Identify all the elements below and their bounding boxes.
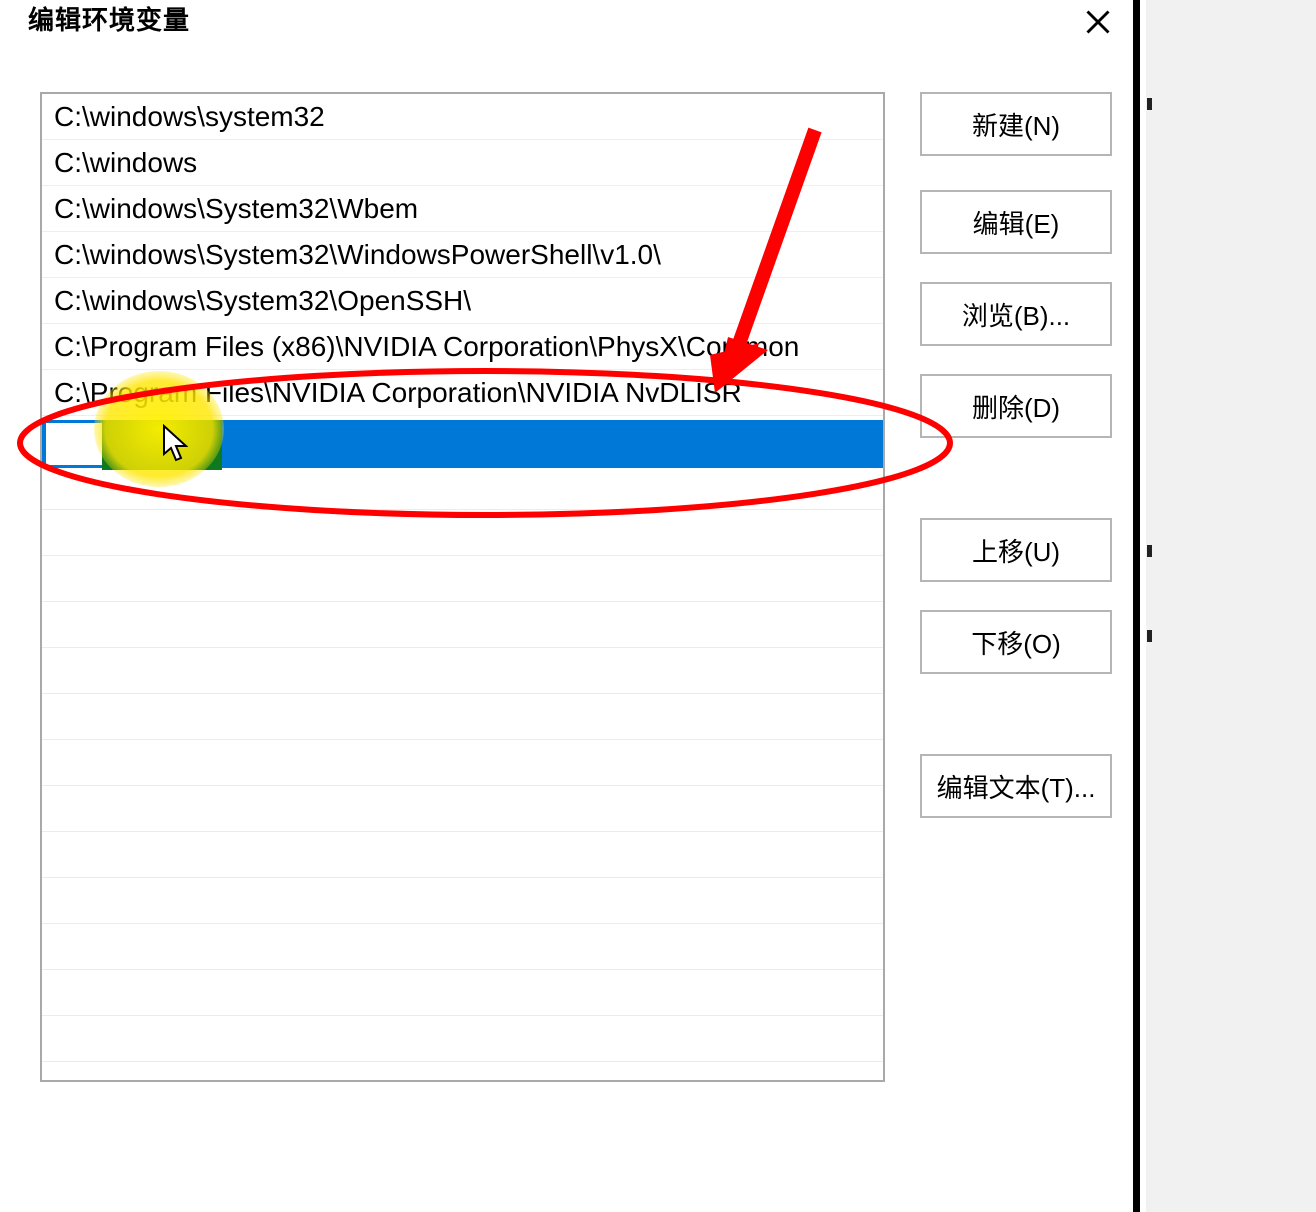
right-mark xyxy=(1147,630,1152,642)
list-item-empty[interactable] xyxy=(42,694,883,740)
new-button[interactable]: 新建(N) xyxy=(920,92,1112,156)
list-item[interactable]: C:\windows xyxy=(42,140,883,186)
list-item[interactable]: C:\Program Files\NVIDIA Corporation\NVID… xyxy=(42,370,883,416)
edittext-button[interactable]: 编辑文本(T)... xyxy=(920,754,1112,818)
moveup-button[interactable]: 上移(U) xyxy=(920,518,1112,582)
list-item-empty[interactable] xyxy=(42,924,883,970)
list-item-empty[interactable] xyxy=(42,878,883,924)
list-item-empty[interactable] xyxy=(42,602,883,648)
list-item-empty[interactable] xyxy=(42,556,883,602)
path-edit-input[interactable] xyxy=(46,423,102,465)
dialog-title: 编辑环境变量 xyxy=(0,0,190,37)
list-item-empty[interactable] xyxy=(42,510,883,556)
list-item-empty[interactable] xyxy=(42,648,883,694)
browse-button[interactable]: 浏览(B)... xyxy=(920,282,1112,346)
list-item-empty[interactable] xyxy=(42,740,883,786)
close-button[interactable] xyxy=(1078,2,1118,42)
list-item-empty[interactable] xyxy=(42,832,883,878)
list-item[interactable]: C:\windows\System32\Wbem xyxy=(42,186,883,232)
list-item[interactable]: C:\windows\System32\WindowsPowerShell\v1… xyxy=(42,232,883,278)
button-column: 新建(N) 编辑(E) 浏览(B)... 删除(D) 上移(U) 下移(O) 编… xyxy=(920,92,1116,818)
list-item-empty[interactable] xyxy=(42,786,883,832)
dialog-window: 编辑环境变量 C:\windows\system32 C:\windows C:… xyxy=(0,0,1140,1212)
list-item-empty[interactable] xyxy=(42,464,883,510)
close-icon xyxy=(1084,8,1112,36)
selected-row-highlight[interactable] xyxy=(42,420,883,468)
list-item-empty[interactable] xyxy=(42,970,883,1016)
list-item-empty[interactable] xyxy=(42,1016,883,1062)
list-item[interactable]: C:\windows\system32 xyxy=(42,94,883,140)
list-item[interactable]: C:\Program Files (x86)\NVIDIA Corporatio… xyxy=(42,324,883,370)
right-mark xyxy=(1147,98,1152,110)
right-column-gray xyxy=(1146,0,1316,1212)
title-bar: 编辑环境变量 xyxy=(0,0,1140,50)
list-item[interactable]: C:\windows\System32\OpenSSH\ xyxy=(42,278,883,324)
movedown-button[interactable]: 下移(O) xyxy=(920,610,1112,674)
path-listbox[interactable]: C:\windows\system32 C:\windows C:\window… xyxy=(40,92,885,1082)
delete-button[interactable]: 删除(D) xyxy=(920,374,1112,438)
right-mark xyxy=(1147,545,1152,557)
edit-button[interactable]: 编辑(E) xyxy=(920,190,1112,254)
